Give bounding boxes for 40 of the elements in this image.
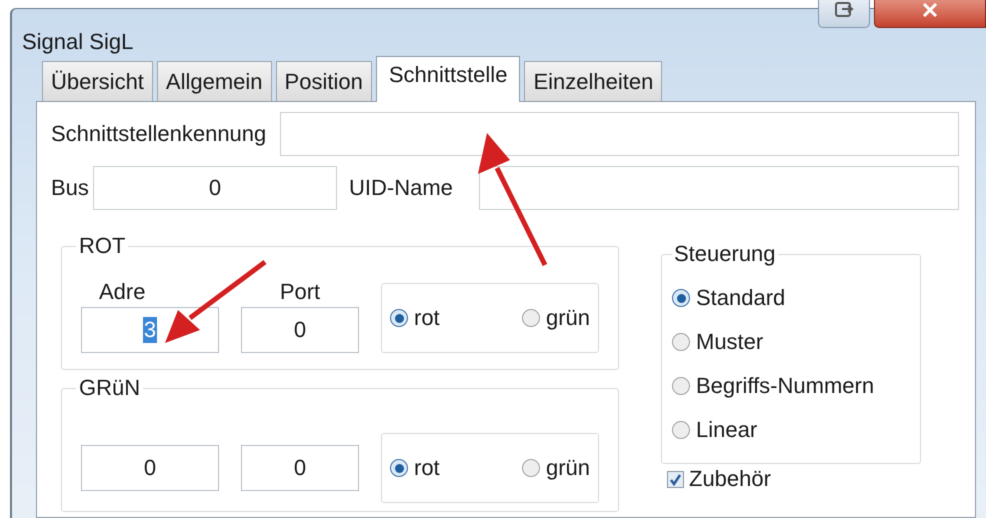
radio-label: grün (546, 305, 590, 331)
field-label: UID-Name (349, 175, 454, 201)
field-label: Adre (99, 279, 146, 305)
tab[interactable]: Allgemein (156, 61, 272, 101)
input-field[interactable]: 0 (81, 445, 219, 491)
radio-button[interactable] (390, 459, 408, 477)
radio-button[interactable] (390, 309, 408, 327)
radio-label: Linear (696, 417, 758, 443)
radio-label: rot (414, 305, 440, 331)
field-label: Port (280, 279, 320, 305)
radio-label: rot (414, 455, 440, 481)
tab[interactable]: Schnittstelle (376, 56, 520, 102)
radio-label: Begriffs-Nummern (696, 373, 874, 399)
field-label: Schnittstellenkennung (51, 121, 266, 147)
tab[interactable]: Einzelheiten (524, 61, 662, 101)
radio-button[interactable] (522, 309, 540, 327)
close-button[interactable] (874, 0, 986, 28)
input-field[interactable]: 0 (241, 445, 359, 491)
tab[interactable]: Position (276, 61, 372, 101)
radio-button[interactable] (672, 289, 690, 307)
radio-label: Muster (696, 329, 764, 355)
radio-button[interactable] (522, 459, 540, 477)
restore-button[interactable] (818, 0, 870, 28)
input-field[interactable]: 0 (93, 166, 337, 210)
window-icon (834, 1, 854, 19)
radio-button[interactable] (672, 333, 690, 351)
radio-button[interactable] (672, 421, 690, 439)
radio-label: Standard (696, 285, 786, 311)
input-field[interactable]: 0 (241, 307, 359, 353)
radio-label: grün (546, 455, 590, 481)
window-title: Signal SigL (22, 29, 134, 55)
checkbox[interactable] (667, 470, 684, 488)
checkbox-label: Zubehör (689, 466, 771, 492)
tab[interactable]: Übersicht (42, 61, 153, 101)
radio-button[interactable] (672, 377, 690, 395)
close-icon (922, 3, 938, 17)
input-field[interactable] (280, 112, 959, 156)
field-label: Bus (51, 175, 90, 201)
input-field[interactable] (479, 166, 959, 210)
check-icon (669, 472, 682, 486)
